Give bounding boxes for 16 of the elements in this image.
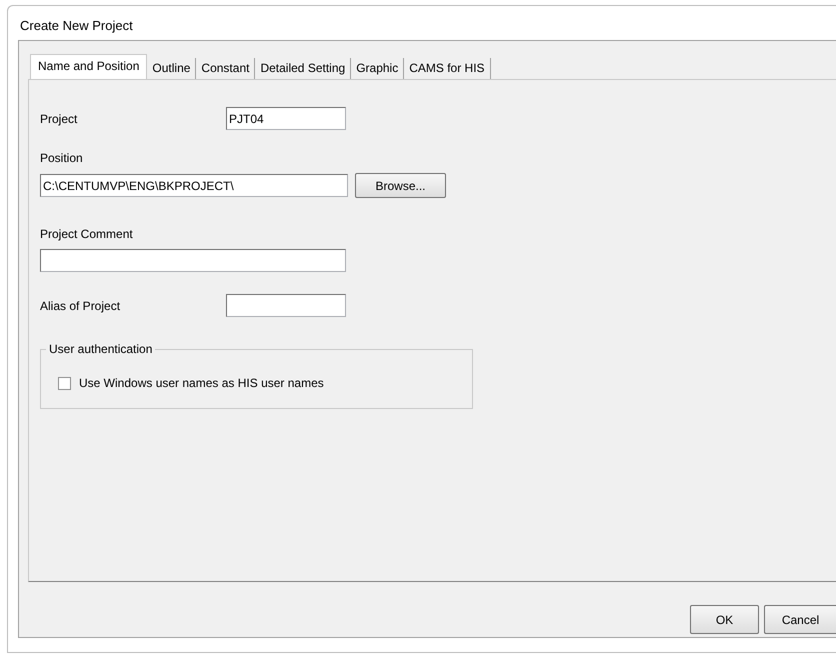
checkbox[interactable] — [58, 376, 71, 390]
input-field[interactable]: C:\CENTUMVP\ENG\BKPROJECT\ — [40, 174, 348, 197]
window-title: Create New Project — [20, 18, 133, 34]
field-label: Alias of Project — [40, 298, 122, 312]
group-legend: User authentication — [46, 342, 156, 356]
checkbox-label: Use Windows user names as HIS user names — [79, 376, 324, 390]
field-label: Project — [40, 112, 78, 126]
input-field[interactable] — [226, 294, 346, 317]
input-field[interactable] — [40, 249, 346, 272]
ok-button[interactable]: OK — [690, 605, 759, 634]
cancel-button[interactable]: Cancel — [764, 605, 836, 634]
field-label: Position — [40, 151, 83, 165]
field-label: Project Comment — [40, 227, 133, 241]
tab[interactable]: Name and Position — [30, 54, 148, 79]
browse-button[interactable]: Browse... — [355, 173, 446, 198]
input-field[interactable]: PJT04 — [226, 107, 346, 130]
